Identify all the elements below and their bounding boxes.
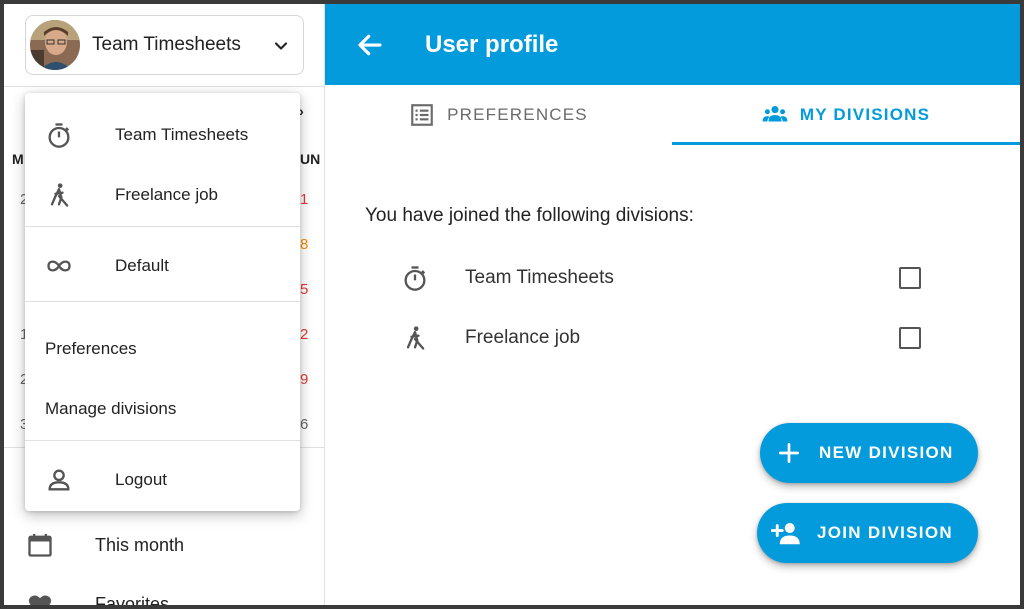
menu-item-label: Preferences xyxy=(45,339,137,358)
account-switcher[interactable]: Team Timesheets xyxy=(25,15,304,75)
calendar-date[interactable]: 2 xyxy=(300,326,308,343)
menu-item-label: Team Timesheets xyxy=(115,125,249,144)
tab-label: MY DIVISIONS xyxy=(799,105,931,124)
divisions-intro-text: You have joined the following divisions: xyxy=(365,205,694,226)
chevron-down-icon xyxy=(274,42,288,50)
calendar-date[interactable]: 1 xyxy=(300,191,308,208)
menu-item-label: Manage divisions xyxy=(45,399,177,418)
sidebar: Team Timesheets » M UN 2 1 2 3 1 8 5 2 9… xyxy=(4,4,325,605)
arrow-left-icon[interactable] xyxy=(355,30,385,60)
divider xyxy=(25,226,300,227)
account-name: Team Timesheets xyxy=(92,34,241,55)
calendar-icon xyxy=(28,533,52,557)
calendar-date[interactable]: 8 xyxy=(300,236,308,253)
division-checkbox[interactable] xyxy=(899,327,921,349)
sidebar-item-favorites[interactable]: Favorites xyxy=(4,576,324,605)
division-name: Freelance job xyxy=(465,327,581,348)
menu-item-preferences[interactable]: Preferences xyxy=(25,321,300,377)
divider xyxy=(25,440,300,441)
person-working-icon xyxy=(50,183,69,207)
join-division-button[interactable]: JOIN DIVISION xyxy=(757,503,978,563)
sidebar-item-label: Favorites xyxy=(95,593,170,606)
stopwatch-icon xyxy=(404,266,426,291)
division-row: Freelance job xyxy=(325,310,1020,366)
division-row: Team Timesheets xyxy=(325,250,1020,306)
division-checkbox[interactable] xyxy=(899,267,921,289)
tab-label: PREFERENCES xyxy=(447,105,588,124)
tab-preferences[interactable]: PREFERENCES xyxy=(325,85,672,145)
division-menu: Team Timesheets Freelance job Default Pr… xyxy=(25,93,300,511)
page-title: User profile xyxy=(425,31,559,58)
menu-item-label: Freelance job xyxy=(115,185,219,204)
group-icon xyxy=(762,106,788,122)
calendar-weekday-header: UN xyxy=(300,151,321,167)
infinity-icon xyxy=(47,260,71,272)
calendar-date[interactable]: 5 xyxy=(300,281,308,298)
divider xyxy=(4,86,324,87)
new-division-label: NEW DIVISION xyxy=(819,443,954,462)
heart-icon xyxy=(28,595,52,605)
tab-my-divisions[interactable]: MY DIVISIONS xyxy=(672,85,1020,145)
tab-bar: PREFERENCES MY DIVISIONS xyxy=(325,85,1020,145)
menu-item-logout[interactable]: Logout xyxy=(25,452,300,508)
menu-item-manage-divisions[interactable]: Manage divisions xyxy=(25,381,300,437)
sidebar-item-this-month[interactable]: This month xyxy=(4,517,324,573)
sidebar-item-label: This month xyxy=(95,534,185,555)
list-icon xyxy=(411,104,433,126)
person-add-icon xyxy=(771,523,800,545)
join-division-label: JOIN DIVISION xyxy=(817,523,953,542)
app-window: Team Timesheets » M UN 2 1 2 3 1 8 5 2 9… xyxy=(4,4,1020,605)
divider xyxy=(25,301,300,302)
tab-active-indicator xyxy=(672,142,1020,145)
calendar-date[interactable]: 6 xyxy=(300,416,308,433)
stopwatch-icon xyxy=(48,123,70,148)
menu-item-default[interactable]: Default xyxy=(25,238,300,294)
person-working-icon xyxy=(406,326,425,350)
plus-icon xyxy=(778,442,800,464)
menu-item-label: Logout xyxy=(115,470,167,489)
menu-item-freelance-job[interactable]: Freelance job xyxy=(25,167,300,223)
division-name: Team Timesheets xyxy=(465,267,614,288)
calendar-weekday-header: M xyxy=(12,151,24,167)
new-division-button[interactable]: NEW DIVISION xyxy=(760,423,978,483)
menu-item-team-timesheets[interactable]: Team Timesheets xyxy=(25,107,300,163)
app-bar: User profile xyxy=(325,4,1020,85)
calendar-date[interactable]: 9 xyxy=(300,371,308,388)
person-icon xyxy=(48,469,70,491)
avatar xyxy=(30,20,80,70)
menu-item-label: Default xyxy=(115,256,169,275)
